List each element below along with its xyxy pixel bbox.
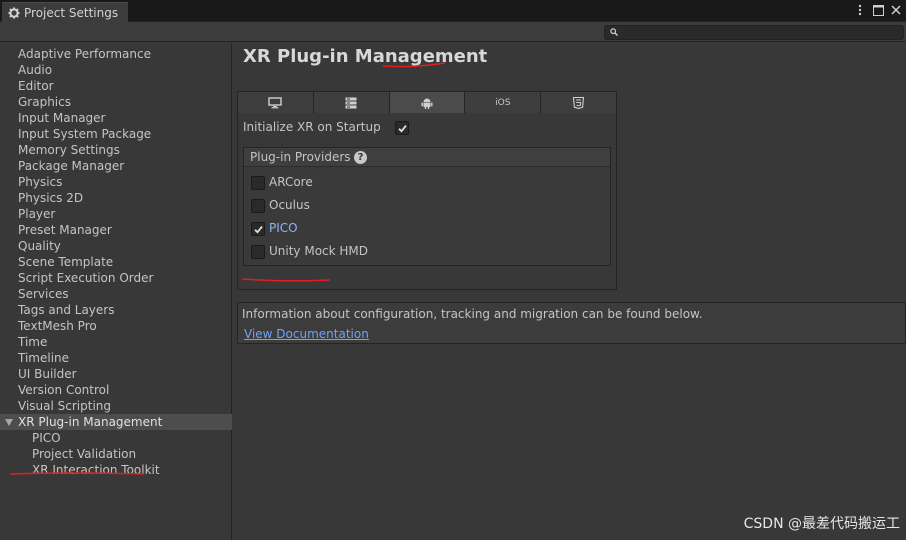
- sidebar-item-memory-settings[interactable]: Memory Settings: [0, 142, 232, 158]
- red-annotation-underline: [242, 278, 330, 282]
- search-box[interactable]: [604, 25, 904, 40]
- more-vert-icon[interactable]: [854, 4, 866, 16]
- tab-webgl[interactable]: [541, 92, 616, 113]
- expand-triangle-icon[interactable]: [5, 419, 13, 426]
- sidebar-item-tags-and-layers[interactable]: Tags and Layers: [0, 302, 232, 318]
- server-icon: [345, 97, 357, 108]
- plugin-providers-group: Plug-in Providers ? ARCore Oculus PICO U…: [243, 147, 611, 266]
- checkmark-icon: [254, 226, 263, 234]
- watermark: CSDN @最差代码搬运工: [743, 516, 900, 532]
- platform-settings-panel: iOS Initialize XR on Startup Plug-in Pro…: [237, 91, 617, 290]
- close-icon[interactable]: [890, 4, 902, 16]
- tab-server[interactable]: [313, 92, 390, 113]
- html5-icon: [573, 96, 585, 109]
- project-settings-tab[interactable]: Project Settings: [2, 2, 128, 22]
- search-input[interactable]: [621, 26, 901, 39]
- tab-desktop[interactable]: [238, 92, 314, 113]
- provider-label: PICO: [269, 221, 298, 235]
- arcore-checkbox[interactable]: [251, 176, 265, 190]
- initialize-xr-checkbox[interactable]: [395, 121, 409, 135]
- sidebar-item-textmesh-pro[interactable]: TextMesh Pro: [0, 318, 232, 334]
- sidebar-item-services[interactable]: Services: [0, 286, 232, 302]
- providers-title: Plug-in Providers: [250, 150, 351, 164]
- sidebar-item-script-execution-order[interactable]: Script Execution Order: [0, 270, 232, 286]
- main-panel: XR Plug-in Management iOS Initialize XR …: [233, 43, 906, 540]
- sidebar-item-editor[interactable]: Editor: [0, 78, 232, 94]
- tab-ios-label: iOS: [495, 97, 511, 108]
- provider-label: ARCore: [269, 175, 313, 189]
- sidebar-item-version-control[interactable]: Version Control: [0, 382, 232, 398]
- red-annotation-underline: [10, 472, 144, 475]
- sidebar-item-package-manager[interactable]: Package Manager: [0, 158, 232, 174]
- window-title: Project Settings: [24, 5, 119, 20]
- maximize-icon[interactable]: [872, 4, 884, 16]
- oculus-checkbox[interactable]: [251, 199, 265, 213]
- toolbar: [0, 22, 906, 42]
- android-icon: [421, 98, 433, 109]
- sidebar-item-timeline[interactable]: Timeline: [0, 350, 232, 366]
- search-icon: [610, 28, 618, 36]
- sidebar-item-audio[interactable]: Audio: [0, 62, 232, 78]
- title-bar: Project Settings: [0, 0, 906, 22]
- sidebar-item-project-validation[interactable]: Project Validation: [0, 446, 232, 462]
- sidebar-item-graphics[interactable]: Graphics: [0, 94, 232, 110]
- sidebar-item-preset-manager[interactable]: Preset Manager: [0, 222, 232, 238]
- sidebar-item-player[interactable]: Player: [0, 206, 232, 222]
- platform-tabs: iOS: [238, 92, 616, 113]
- provider-label: Oculus: [269, 198, 310, 212]
- sidebar-item-xr-interaction-toolkit[interactable]: XR Interaction Toolkit: [0, 462, 232, 478]
- tab-ios[interactable]: iOS: [465, 92, 542, 113]
- sidebar-item-physics-2d[interactable]: Physics 2D: [0, 190, 232, 206]
- settings-sidebar: Adaptive Performance Audio Editor Graphi…: [0, 43, 232, 540]
- sidebar-item-scene-template[interactable]: Scene Template: [0, 254, 232, 270]
- initialize-xr-label: Initialize XR on Startup: [243, 120, 381, 134]
- sidebar-item-pico[interactable]: PICO: [0, 430, 232, 446]
- info-text: Information about configuration, trackin…: [242, 307, 703, 321]
- pico-checkbox[interactable]: [251, 222, 265, 236]
- red-annotation-underline: [383, 62, 445, 68]
- sidebar-item-input-system-package[interactable]: Input System Package: [0, 126, 232, 142]
- page-title: XR Plug-in Management: [243, 46, 488, 67]
- provider-label: Unity Mock HMD: [269, 244, 369, 258]
- sidebar-item-xr-plugin-management[interactable]: XR Plug-in Management: [0, 414, 232, 430]
- unity-mock-hmd-checkbox[interactable]: [251, 245, 265, 259]
- sidebar-item-adaptive-performance[interactable]: Adaptive Performance: [0, 46, 232, 62]
- sidebar-item-physics[interactable]: Physics: [0, 174, 232, 190]
- checkmark-icon: [398, 125, 407, 133]
- help-icon[interactable]: ?: [354, 151, 367, 164]
- gear-icon: [8, 7, 20, 18]
- providers-header: Plug-in Providers ?: [244, 148, 610, 167]
- tab-android[interactable]: [389, 92, 466, 113]
- sidebar-item-time[interactable]: Time: [0, 334, 232, 350]
- sidebar-item-ui-builder[interactable]: UI Builder: [0, 366, 232, 382]
- sidebar-item-input-manager[interactable]: Input Manager: [0, 110, 232, 126]
- view-documentation-link[interactable]: View Documentation: [244, 327, 369, 341]
- sidebar-item-quality[interactable]: Quality: [0, 238, 232, 254]
- sidebar-item-visual-scripting[interactable]: Visual Scripting: [0, 398, 232, 414]
- info-box: Information about configuration, trackin…: [237, 302, 906, 344]
- desktop-icon: [268, 96, 283, 108]
- sidebar-item-label: XR Plug-in Management: [18, 415, 163, 429]
